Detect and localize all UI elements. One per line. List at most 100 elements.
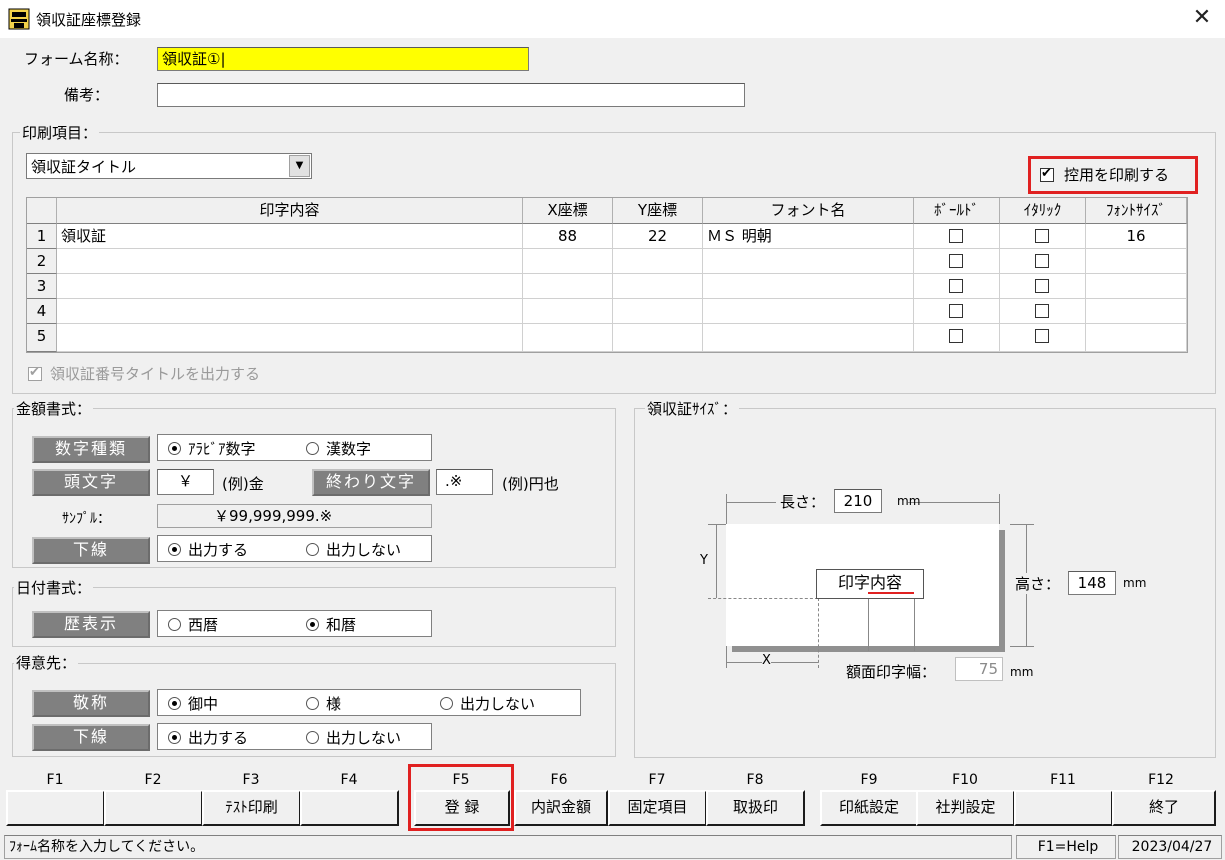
bold-checkbox[interactable] (949, 329, 963, 343)
f2-button[interactable] (104, 790, 203, 826)
print-width-label: 額面印字幅： (846, 663, 937, 681)
date-format-title: 日付書式： (14, 577, 94, 598)
cell-size[interactable] (1086, 274, 1187, 299)
cell-size[interactable]: 16 (1086, 224, 1187, 249)
cell-y[interactable] (613, 324, 703, 352)
cell-y[interactable] (613, 299, 703, 324)
customer-underline-on-radio[interactable] (168, 731, 181, 744)
number-title-label: 領収証番号タイトルを出力する (50, 365, 261, 383)
cell-bold (914, 249, 1000, 274)
arabic-radio[interactable] (168, 442, 181, 455)
customer-underline-off-radio[interactable] (306, 731, 319, 744)
x-label: X (762, 653, 771, 668)
italic-checkbox[interactable] (1035, 329, 1049, 343)
cell-x[interactable] (523, 324, 613, 352)
cell-content[interactable] (57, 249, 523, 274)
exit-button[interactable]: 終了 (1112, 790, 1216, 826)
suffix-input[interactable]: .※ (436, 469, 493, 495)
italic-checkbox[interactable] (1035, 254, 1049, 268)
cell-x[interactable] (523, 249, 613, 274)
bold-checkbox[interactable] (949, 254, 963, 268)
western-radio-label[interactable]: 西暦 (188, 614, 218, 635)
print-items-grid: 印字内容 X座標 Y座標 フォント名 ﾎﾞｰﾙﾄﾞ ｲﾀﾘｯｸ ﾌｫﾝﾄｻｲｽﾞ… (26, 197, 1188, 353)
onchu-radio[interactable] (168, 697, 181, 710)
length-unit: mm (897, 494, 921, 508)
honorific-none-radio[interactable] (440, 697, 453, 710)
handling-stamp-button[interactable]: 取扱印 (706, 790, 805, 826)
cell-size[interactable] (1086, 324, 1187, 352)
kanji-radio[interactable] (306, 442, 319, 455)
italic-checkbox[interactable] (1035, 304, 1049, 318)
col-header-italic[interactable]: ｲﾀﾘｯｸ (1000, 198, 1086, 224)
cell-font[interactable]: ＭＳ 明朝 (703, 224, 914, 249)
breakdown-amount-button[interactable]: 内訳金額 (514, 790, 608, 826)
cell-content[interactable] (57, 299, 523, 324)
height-input[interactable]: 148 (1068, 571, 1116, 595)
customer-underline-off-label[interactable]: 出力しない (326, 727, 401, 748)
italic-checkbox[interactable] (1035, 279, 1049, 293)
dim-line (1010, 646, 1034, 647)
col-header-size[interactable]: ﾌｫﾝﾄｻｲｽﾞ (1086, 198, 1187, 224)
cell-y[interactable]: 22 (613, 224, 703, 249)
cell-x[interactable] (523, 274, 613, 299)
fixed-items-button[interactable]: 固定項目 (608, 790, 707, 826)
print-copy-label[interactable]: 控用を印刷する (1064, 164, 1169, 185)
japanese-era-radio-label[interactable]: 和暦 (326, 614, 356, 635)
y-label: Y (700, 553, 708, 568)
cell-x[interactable]: 88 (523, 224, 613, 249)
company-seal-settings-button[interactable]: 社判設定 (916, 790, 1015, 826)
western-radio[interactable] (168, 618, 181, 631)
cell-y[interactable] (613, 249, 703, 274)
kanji-radio-label[interactable]: 漢数字 (326, 438, 371, 459)
f4-button[interactable] (300, 790, 399, 826)
test-print-button[interactable]: ﾃｽﾄ印刷 (202, 790, 301, 826)
customer-underline-on-label[interactable]: 出力する (188, 727, 248, 748)
cell-content[interactable]: 領収証 (57, 224, 523, 249)
cell-font[interactable] (703, 274, 914, 299)
customer-title: 得意先： (14, 652, 79, 673)
col-header-font[interactable]: フォント名 (703, 198, 914, 224)
f11-button[interactable] (1014, 790, 1113, 826)
col-header-content[interactable]: 印字内容 (57, 198, 523, 224)
revenue-stamp-settings-button[interactable]: 印紙設定 (820, 790, 918, 826)
cell-content[interactable] (57, 274, 523, 299)
bold-checkbox[interactable] (949, 229, 963, 243)
col-header-bold[interactable]: ﾎﾞｰﾙﾄﾞ (914, 198, 1000, 224)
print-item-selected: 領収証タイトル (31, 158, 137, 176)
suffix-example: (例)円也 (502, 475, 559, 493)
onchu-radio-label[interactable]: 御中 (188, 693, 218, 714)
sama-radio[interactable] (306, 697, 319, 710)
cell-size[interactable] (1086, 249, 1187, 274)
cell-x[interactable] (523, 299, 613, 324)
cell-y[interactable] (613, 274, 703, 299)
amount-underline-off-radio[interactable] (306, 543, 319, 556)
italic-checkbox[interactable] (1035, 229, 1049, 243)
cell-font[interactable] (703, 249, 914, 274)
fkey-label-f1: F1 (46, 772, 64, 788)
print-item-select[interactable]: 領収証タイトル ▼ (26, 153, 312, 179)
amount-underline-on-radio[interactable] (168, 543, 181, 556)
f1-button[interactable] (6, 790, 105, 826)
memo-input[interactable] (157, 83, 745, 107)
bold-checkbox[interactable] (949, 304, 963, 318)
amount-underline-on-label[interactable]: 出力する (188, 539, 248, 560)
amount-underline-off-label[interactable]: 出力しない (326, 539, 401, 560)
col-header-y[interactable]: Y座標 (613, 198, 703, 224)
chevron-down-icon[interactable]: ▼ (289, 155, 310, 177)
japanese-era-radio[interactable] (306, 618, 319, 631)
col-header-x[interactable]: X座標 (523, 198, 613, 224)
cell-content[interactable] (57, 324, 523, 352)
length-input[interactable]: 210 (834, 489, 882, 513)
print-copy-checkbox[interactable] (1040, 166, 1054, 182)
cell-size[interactable] (1086, 299, 1187, 324)
form-name-input[interactable]: 領収証①| (157, 47, 529, 71)
close-icon[interactable]: ✕ (1186, 3, 1218, 35)
bold-checkbox[interactable] (949, 279, 963, 293)
cell-font[interactable] (703, 299, 914, 324)
sama-radio-label[interactable]: 様 (326, 693, 341, 714)
honorific-none-label[interactable]: 出力しない (460, 693, 535, 714)
prefix-input[interactable]: ￥ (157, 469, 214, 495)
cell-font[interactable] (703, 324, 914, 352)
fkey-label-f4: F4 (340, 772, 358, 788)
arabic-radio-label[interactable]: ｱﾗﾋﾞｱ数字 (188, 438, 256, 459)
